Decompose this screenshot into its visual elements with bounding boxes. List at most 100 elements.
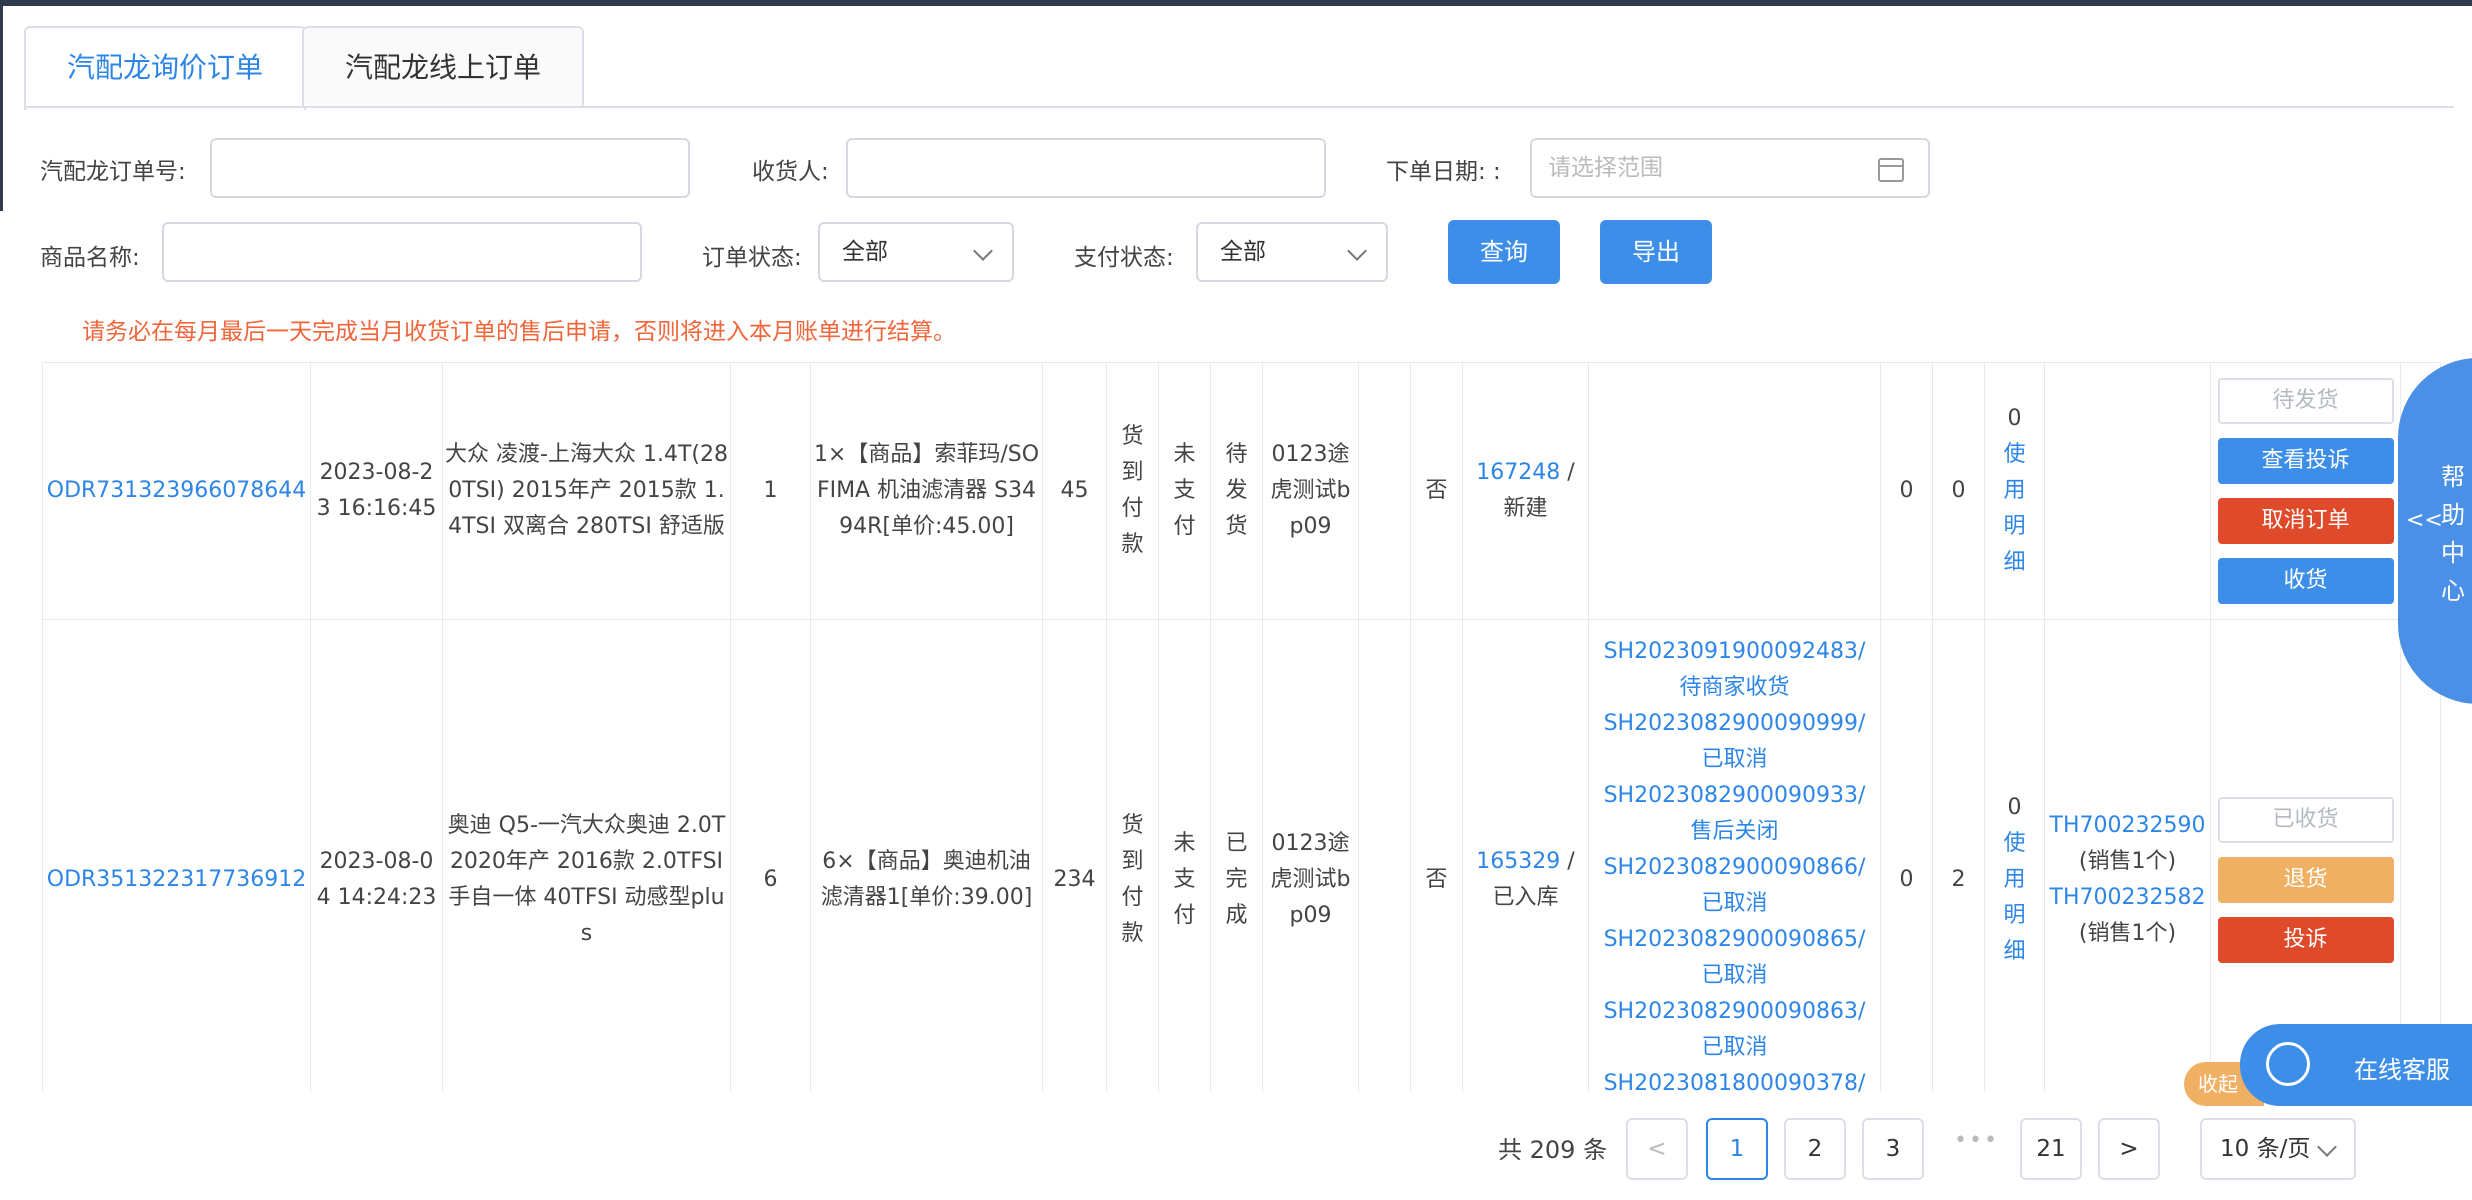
- product-name-label: 商品名称:: [40, 245, 140, 271]
- online-service-button[interactable]: 在线客服: [2240, 1024, 2472, 1106]
- blank-cell: [1358, 362, 1411, 620]
- page-size-value: 10 条/页: [2220, 1136, 2311, 1162]
- tab-inquiry-orders[interactable]: 汽配龙询价订单: [24, 26, 306, 110]
- flag-cell: 否: [1410, 362, 1463, 620]
- amount: 234: [1042, 619, 1107, 1092]
- pagination-ellipsis[interactable]: •••: [1954, 1128, 1999, 1153]
- return-no-link[interactable]: TH700232582: [2047, 880, 2208, 916]
- left-edge: [0, 6, 3, 211]
- order-status: 已完成: [1225, 830, 1248, 928]
- product-info: 6×【商品】奥迪机油滤清器1[单价:39.00]: [810, 619, 1043, 1092]
- aftersales-status[interactable]: 已取消: [1591, 886, 1878, 922]
- received-button: 已收货: [2217, 796, 2394, 843]
- page-button-last[interactable]: 21: [2020, 1118, 2082, 1180]
- help-center-tab[interactable]: << 帮助中心: [2398, 358, 2472, 704]
- order-date: 2023-08-04 14:24:23: [310, 619, 443, 1092]
- online-service-label: 在线客服: [2354, 1056, 2450, 1084]
- aftersales-status[interactable]: 已取消: [1591, 958, 1878, 994]
- ref-separator: /: [1560, 460, 1575, 485]
- actions-cell: 待发货 查看投诉 取消订单 收货: [2210, 362, 2401, 620]
- order-date-range-input[interactable]: 请选择范围: [1530, 138, 1930, 198]
- order-no-link[interactable]: ODR351322317736912: [47, 867, 307, 892]
- query-button[interactable]: 查询: [1448, 220, 1560, 284]
- receive-button[interactable]: 收货: [2217, 558, 2394, 604]
- headset-icon: [2266, 1042, 2310, 1086]
- order-date: 2023-08-23 16:16:45: [310, 362, 443, 620]
- top-bar: [0, 0, 2472, 6]
- aftersales-no-link[interactable]: SH2023082900090933/: [1591, 778, 1878, 814]
- export-button[interactable]: 导出: [1600, 220, 1712, 284]
- aftersales-status[interactable]: 已取消: [1591, 1030, 1878, 1066]
- ref-status: 已入库: [1492, 884, 1559, 910]
- ref-no-link[interactable]: 165329: [1476, 849, 1560, 874]
- count-cell: 0: [1932, 362, 1985, 620]
- ref-separator: /: [1560, 848, 1575, 874]
- usage-detail-link[interactable]: 使用明细: [2003, 437, 2027, 581]
- aftersales-status[interactable]: 待商家收货: [1591, 670, 1878, 706]
- page-button-2[interactable]: 2: [1784, 1118, 1846, 1180]
- order-status: 待发货: [1225, 442, 1248, 539]
- page-size-select[interactable]: 10 条/页: [2200, 1118, 2356, 1180]
- tab-divider: [24, 106, 2454, 108]
- complaint-button[interactable]: 投诉: [2217, 916, 2394, 963]
- order-no-link[interactable]: ODR731323966078644: [47, 478, 307, 503]
- returns-cell: [2044, 362, 2211, 620]
- chevron-down-icon: [2317, 1137, 2337, 1157]
- count-cell: 0: [1880, 362, 1933, 620]
- orders-table: ODR731323966078644 2023-08-23 16:16:45 大…: [42, 362, 2441, 1092]
- next-page-button[interactable]: >: [2098, 1118, 2160, 1180]
- return-goods-button[interactable]: 退货: [2217, 856, 2394, 903]
- usage-count: 0: [2007, 794, 2022, 820]
- page-button-1[interactable]: 1: [1706, 1118, 1768, 1180]
- blank-cell: [1358, 619, 1411, 1092]
- aftersales-status[interactable]: 售后关闭: [1591, 814, 1878, 850]
- usage-cell: 0 使用明细: [1984, 362, 2045, 620]
- pay-status: 未支付: [1173, 442, 1196, 539]
- aftersales-cell: [1588, 362, 1881, 620]
- pay-method: 货到付款: [1121, 812, 1144, 946]
- view-complaint-button[interactable]: 查看投诉: [2217, 438, 2394, 484]
- return-no-link[interactable]: TH700232590: [2047, 808, 2208, 844]
- page-button-3[interactable]: 3: [1862, 1118, 1924, 1180]
- order-date-placeholder: 请选择范围: [1548, 155, 1663, 181]
- pagination-total: 共 209 条: [1498, 1136, 1608, 1164]
- settlement-notice: 请务必在每月最后一天完成当月收货订单的售后申请，否则将进入本月账单进行结算。: [82, 319, 956, 345]
- return-desc: (销售1个): [2078, 920, 2177, 946]
- pending-shipment-button: 待发货: [2217, 378, 2394, 424]
- order-status-value: 全部: [842, 239, 888, 265]
- usage-detail-link[interactable]: 使用明细: [2003, 826, 2027, 970]
- aftersales-no-link[interactable]: SH2023091900092483/: [1591, 634, 1878, 670]
- ref-no-link[interactable]: 167248: [1476, 460, 1560, 485]
- consignee-input[interactable]: [846, 138, 1326, 198]
- aftersales-no-link[interactable]: SH2023082900090863/: [1591, 994, 1878, 1030]
- aftersales-cell: SH2023091900092483/ 待商家收货 SH202308290009…: [1588, 619, 1881, 1092]
- ref-status: 新建: [1503, 496, 1548, 521]
- aftersales-status[interactable]: 已取消: [1591, 742, 1878, 778]
- actions-cell: 已收货 退货 投诉: [2210, 619, 2401, 1092]
- table-row: ODR731323966078644 2023-08-23 16:16:45 大…: [42, 362, 2441, 620]
- pay-status-value: 全部: [1220, 239, 1266, 265]
- pay-status-label: 支付状态:: [1074, 245, 1174, 271]
- aftersales-no-link[interactable]: SH2023082900090999/: [1591, 706, 1878, 742]
- order-no-label: 汽配龙订单号:: [40, 159, 186, 185]
- tab-online-orders[interactable]: 汽配龙线上订单: [302, 26, 584, 108]
- pay-method: 货到付款: [1121, 424, 1144, 557]
- order-status-select[interactable]: 全部: [818, 222, 1014, 282]
- cancel-order-button[interactable]: 取消订单: [2217, 498, 2394, 544]
- order-no-input[interactable]: [210, 138, 690, 198]
- aftersales-no-link[interactable]: SH2023082900090865/: [1591, 922, 1878, 958]
- usage-count: 0: [2007, 406, 2022, 431]
- usage-cell: 0 使用明细: [1984, 619, 2045, 1092]
- ref-cell: 167248 / 新建: [1462, 362, 1589, 620]
- aftersales-no-link[interactable]: SH2023082900090866/: [1591, 850, 1878, 886]
- consignee-label: 收货人:: [752, 159, 829, 185]
- count-cell: 2: [1932, 619, 1985, 1092]
- return-desc: (销售1个): [2078, 848, 2177, 874]
- pay-status-select[interactable]: 全部: [1196, 222, 1388, 282]
- orders-table-viewport[interactable]: ODR731323966078644 2023-08-23 16:16:45 大…: [42, 362, 2442, 1092]
- aftersales-no-link[interactable]: SH2023081800090378/: [1591, 1066, 1878, 1092]
- prev-page-button[interactable]: <: [1626, 1118, 1688, 1180]
- help-center-label: 帮助中心: [2441, 463, 2465, 605]
- product-name-input[interactable]: [162, 222, 642, 282]
- pay-status: 未支付: [1173, 830, 1196, 928]
